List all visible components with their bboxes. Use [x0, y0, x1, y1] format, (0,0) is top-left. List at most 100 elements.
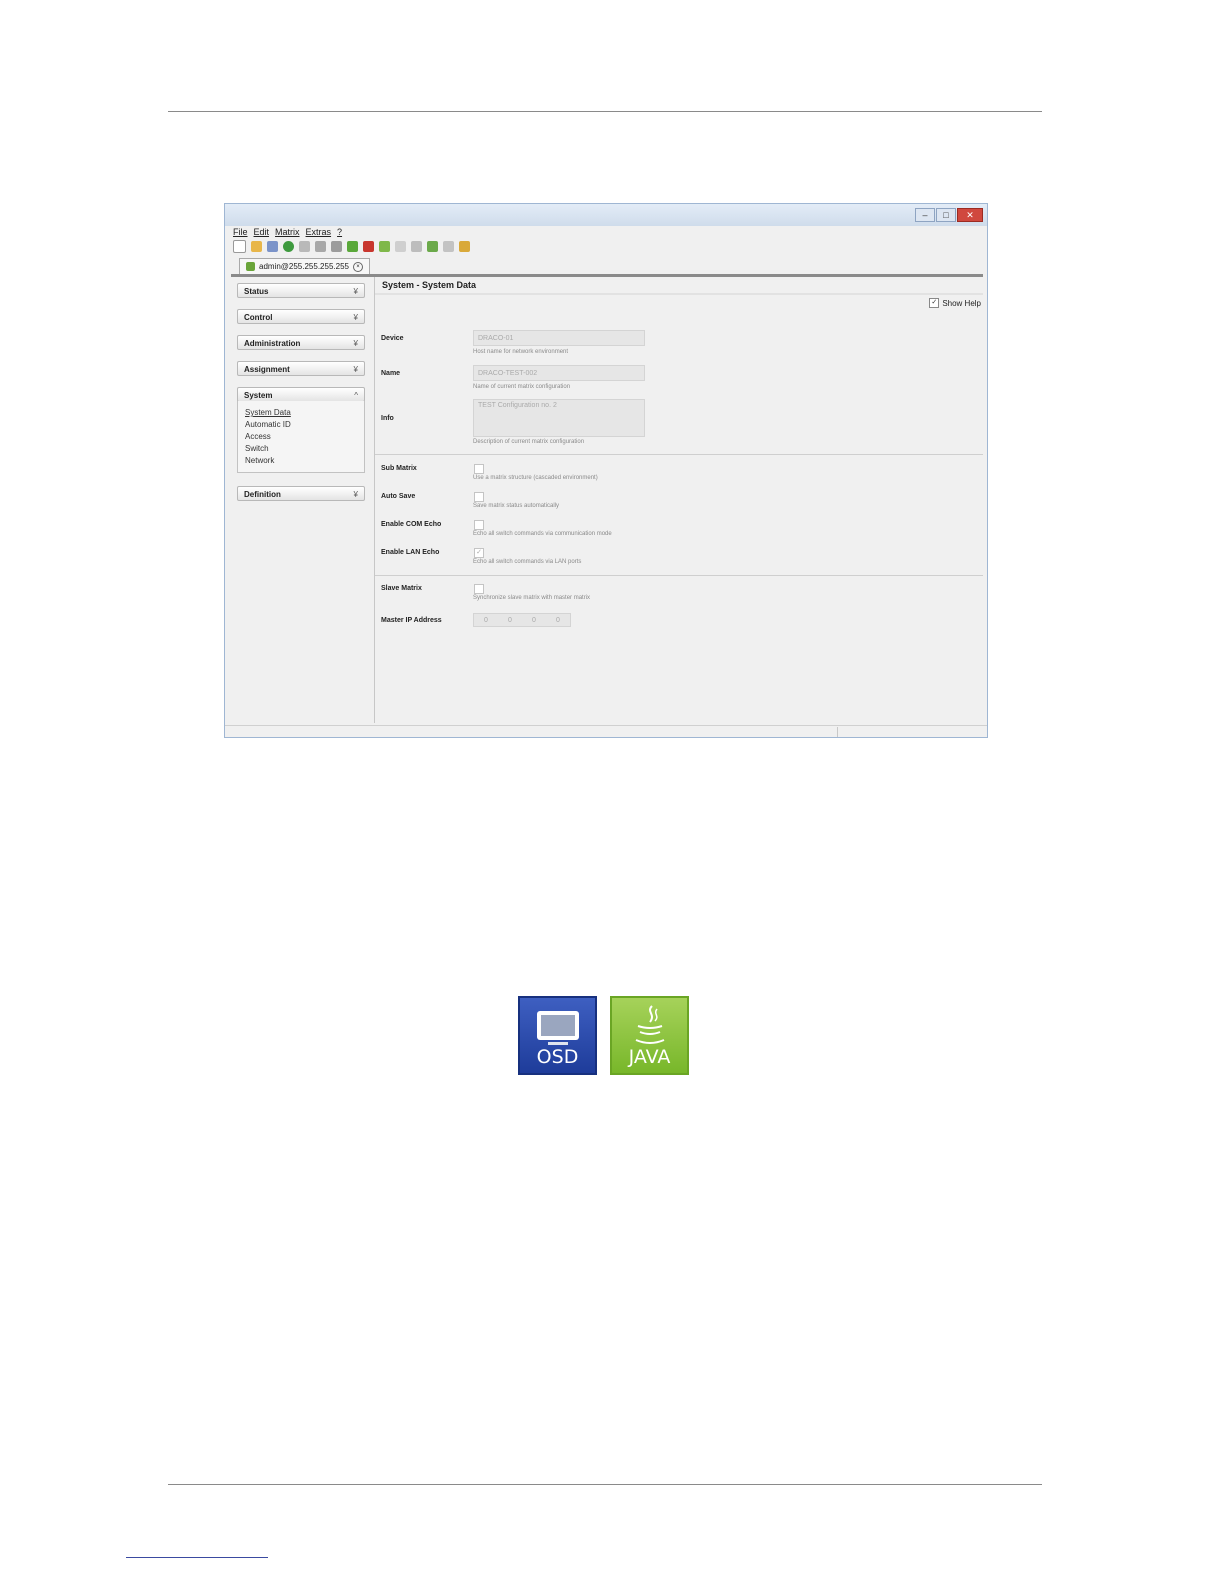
sidebar-item-switch[interactable]: Switch	[245, 443, 364, 455]
show-help-toggle[interactable]: ✓ Show Help	[929, 298, 981, 308]
menu-extras[interactable]: Extras	[306, 227, 332, 237]
save-icon[interactable]	[267, 241, 278, 252]
footer-link-underline[interactable]	[126, 1557, 268, 1558]
sidebar-group-label: Control	[244, 313, 273, 322]
sub-matrix-label: Sub Matrix	[381, 465, 417, 472]
device-input[interactable]: DRACO-01	[473, 330, 645, 346]
close-icon[interactable]: ✕	[957, 208, 983, 222]
enable-com-echo-checkbox[interactable]	[474, 520, 484, 530]
open-folder-icon[interactable]	[251, 241, 262, 252]
enable-lan-echo-label: Enable LAN Echo	[381, 549, 440, 556]
menu-edit[interactable]: Edit	[254, 227, 270, 237]
ip-octet[interactable]: 0	[508, 617, 512, 624]
slave-matrix-checkbox[interactable]	[474, 584, 484, 594]
cut-icon[interactable]	[299, 241, 310, 252]
ip-octet[interactable]: 0	[532, 617, 536, 624]
sub-matrix-help: Use a matrix structure (cascaded environ…	[473, 475, 598, 481]
sidebar-item-system-data[interactable]: System Data	[245, 407, 364, 419]
sidebar-item-access[interactable]: Access	[245, 431, 364, 443]
info-help: Description of current matrix configurat…	[473, 439, 585, 445]
sidebar-group-label: Assignment	[244, 365, 290, 374]
sidebar-group-assignment[interactable]: Assignment ¥	[237, 361, 365, 376]
section-divider	[375, 454, 983, 455]
sidebar-group-system[interactable]: System ^	[237, 387, 365, 402]
info-label: Info	[381, 415, 394, 422]
enable-com-echo-label: Enable COM Echo	[381, 521, 442, 528]
header-rule	[168, 111, 1042, 112]
tab-strip: admin@255.255.255.255 ×	[231, 256, 983, 277]
main-panel: System - System Data ✓ Show Help Device …	[375, 277, 983, 723]
enable-com-echo-help: Echo all switch commands via communicati…	[473, 531, 612, 537]
connect-icon[interactable]	[347, 241, 358, 252]
system-submenu: System Data Automatic ID Access Switch N…	[237, 401, 365, 473]
name-label: Name	[381, 370, 401, 377]
paste-icon[interactable]	[331, 241, 342, 252]
info-textarea[interactable]: TEST Configuration no. 2	[473, 399, 645, 437]
title-divider	[375, 293, 983, 295]
sidebar-group-label: Definition	[244, 490, 281, 499]
sidebar-item-automatic-id[interactable]: Automatic ID	[245, 419, 364, 431]
master-ip-label: Master IP Address	[381, 617, 442, 624]
disconnect-icon[interactable]	[363, 241, 374, 252]
auto-save-checkbox[interactable]	[474, 492, 484, 502]
sidebar-group-administration[interactable]: Administration ¥	[237, 335, 365, 350]
sub-matrix-checkbox[interactable]	[474, 464, 484, 474]
ip-octet[interactable]: 0	[556, 617, 560, 624]
maximize-icon[interactable]: □	[936, 208, 956, 222]
auto-save-help: Save matrix status automatically	[473, 503, 560, 509]
chevron-down-icon: ¥	[353, 313, 358, 322]
chevron-down-icon: ¥	[353, 339, 358, 348]
download-icon[interactable]	[395, 241, 406, 252]
java-cup-icon	[635, 1005, 665, 1044]
new-icon[interactable]	[233, 240, 246, 253]
show-help-label: Show Help	[942, 298, 981, 308]
tab-connection-label: admin@255.255.255.255	[259, 262, 349, 271]
java-label: JAVA	[628, 1046, 671, 1068]
upload-icon[interactable]	[379, 241, 390, 252]
name-input[interactable]: DRACO-TEST-002	[473, 365, 645, 381]
page-title: System - System Data	[382, 280, 477, 290]
app-window: – □ ✕ File Edit Matrix Extras ? admin@25…	[224, 203, 988, 738]
refresh-icon[interactable]	[283, 241, 294, 252]
sidebar-item-network[interactable]: Network	[245, 455, 364, 467]
sidebar: Status ¥ Control ¥ Administration ¥ Assi…	[231, 277, 375, 723]
toolbar	[233, 240, 470, 253]
sidebar-group-definition[interactable]: Definition ¥	[237, 486, 365, 501]
slave-matrix-label: Slave Matrix	[381, 585, 422, 592]
tab-connection[interactable]: admin@255.255.255.255 ×	[239, 258, 370, 274]
chart-icon[interactable]	[443, 241, 454, 252]
section-divider	[375, 575, 983, 576]
master-ip-input[interactable]: 0 0 0 0	[473, 613, 571, 627]
sidebar-group-status[interactable]: Status ¥	[237, 283, 365, 298]
device-help: Host name for network environment	[473, 349, 569, 355]
status-divider	[837, 727, 838, 737]
slave-matrix-help: Synchronize slave matrix with master mat…	[473, 595, 591, 601]
sidebar-group-label: System	[244, 391, 273, 400]
enable-lan-echo-checkbox[interactable]: ✓	[474, 548, 484, 558]
ip-octet[interactable]: 0	[484, 617, 488, 624]
chevron-down-icon: ¥	[353, 365, 358, 374]
status-bar	[225, 725, 987, 738]
chevron-down-icon: ¥	[353, 287, 358, 296]
device-label: Device	[381, 335, 404, 342]
export-icon[interactable]	[427, 241, 438, 252]
book-icon[interactable]	[459, 241, 470, 252]
sidebar-group-label: Administration	[244, 339, 301, 348]
show-help-checkbox[interactable]: ✓	[929, 298, 940, 308]
menu-matrix[interactable]: Matrix	[275, 227, 300, 237]
enable-lan-echo-help: Echo all switch commands via LAN ports	[473, 559, 582, 565]
copy-icon[interactable]	[315, 241, 326, 252]
footer-rule	[168, 1484, 1042, 1485]
plug-icon	[246, 262, 255, 271]
menu-bar: File Edit Matrix Extras ?	[233, 227, 342, 237]
menu-help[interactable]: ?	[337, 227, 342, 237]
minimize-icon[interactable]: –	[915, 208, 935, 222]
name-help: Name of current matrix configuration	[473, 384, 571, 390]
auto-save-label: Auto Save	[381, 493, 416, 500]
chevron-down-icon: ¥	[353, 490, 358, 499]
close-tab-icon[interactable]: ×	[352, 261, 363, 272]
menu-file[interactable]: File	[233, 227, 248, 237]
osd-badge: OSD	[518, 996, 597, 1075]
document-icon[interactable]	[411, 241, 422, 252]
sidebar-group-control[interactable]: Control ¥	[237, 309, 365, 324]
